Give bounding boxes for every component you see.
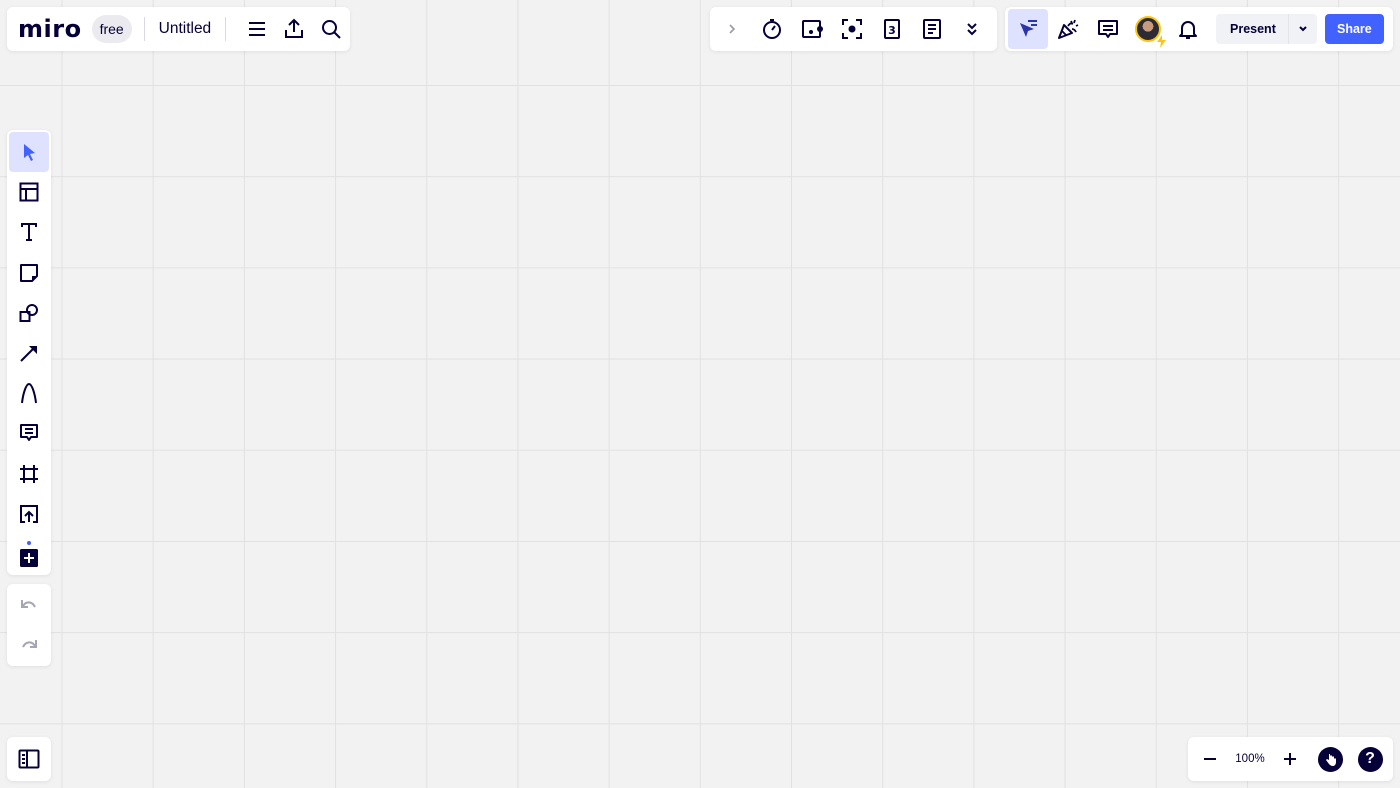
pen-icon: [21, 383, 37, 404]
timer-button[interactable]: [752, 9, 792, 49]
templates-icon: [19, 182, 39, 202]
main-menu-button[interactable]: [238, 9, 275, 49]
miro-logo[interactable]: miro: [18, 17, 82, 41]
reactions-icon: [1058, 19, 1079, 39]
frame-icon: [20, 464, 38, 483]
top-right-toolbar: Present Share: [1005, 7, 1393, 51]
present-options-button[interactable]: [1287, 14, 1317, 44]
history-toolbar: [7, 584, 51, 666]
divider: [225, 17, 227, 41]
tool-shapes[interactable]: [9, 293, 49, 333]
activity-icon: [802, 20, 823, 38]
notes-icon: [923, 19, 941, 39]
activity-button[interactable]: [792, 9, 832, 49]
tool-upload[interactable]: [9, 494, 49, 534]
tool-connection-line[interactable]: [9, 333, 49, 373]
tool-text[interactable]: [9, 212, 49, 252]
comment-icon: [20, 424, 38, 442]
notes-button[interactable]: [912, 9, 952, 49]
frames-panel-button[interactable]: [7, 737, 51, 781]
undo-button[interactable]: [9, 585, 49, 625]
notifications-button[interactable]: [1168, 9, 1208, 49]
follow-cursor-button[interactable]: [1008, 9, 1048, 49]
redo-icon: [22, 640, 37, 648]
hand-tool-button[interactable]: [1310, 739, 1350, 779]
comments-icon: [1098, 20, 1118, 38]
upload-icon: [20, 504, 38, 523]
text-icon: [21, 223, 37, 242]
zoom-level[interactable]: 100%: [1230, 753, 1270, 765]
comments-button[interactable]: [1088, 9, 1128, 49]
search-icon: [322, 20, 342, 39]
voting-icon: 3: [884, 19, 900, 39]
creation-toolbar: [7, 130, 51, 575]
plan-badge[interactable]: free: [91, 15, 132, 43]
search-button[interactable]: [313, 9, 350, 49]
expand-toolbar-button[interactable]: [712, 9, 752, 49]
tool-select[interactable]: [9, 132, 49, 172]
tool-templates[interactable]: [9, 172, 49, 212]
share-button[interactable]: Share: [1324, 14, 1384, 44]
collaboration-toolbar: 3: [710, 7, 997, 51]
svg-text:3: 3: [888, 24, 896, 37]
shapes-icon: [19, 303, 38, 322]
tool-pen[interactable]: [9, 373, 49, 413]
tool-more-apps[interactable]: [9, 534, 49, 574]
board-header: miro free Untitled: [7, 7, 350, 51]
menu-icon: [248, 22, 265, 36]
sidebar-panel-icon: [18, 749, 40, 769]
user-avatar-button[interactable]: [1128, 9, 1168, 49]
notification-dot: [27, 541, 31, 546]
export-button[interactable]: [275, 9, 312, 49]
board-title[interactable]: Untitled: [157, 16, 214, 42]
sticky-note-icon: [20, 263, 38, 282]
present-group: Present: [1216, 14, 1317, 44]
divider: [143, 17, 145, 41]
cursor-icon: [24, 144, 35, 161]
tool-sticky-note[interactable]: [9, 253, 49, 293]
chevron-right-icon: [729, 24, 736, 34]
lightning-icon: [1157, 35, 1166, 48]
hand-icon: [1317, 746, 1343, 772]
export-icon: [285, 18, 304, 38]
help-icon: ?: [1357, 746, 1383, 772]
undo-icon: [21, 600, 36, 608]
focus-button[interactable]: [832, 9, 872, 49]
arrow-icon: [20, 345, 37, 362]
more-tools-button[interactable]: [952, 9, 992, 49]
follow-cursor-icon: [1020, 20, 1037, 37]
present-button[interactable]: Present: [1216, 14, 1288, 44]
zoom-in-button[interactable]: [1270, 739, 1310, 779]
focus-icon: [842, 19, 862, 39]
bell-icon: [1179, 21, 1197, 39]
reactions-button[interactable]: [1048, 9, 1088, 49]
zoom-out-button[interactable]: [1190, 739, 1230, 779]
help-button[interactable]: ?: [1350, 739, 1390, 779]
tool-frame[interactable]: [9, 454, 49, 494]
chevron-down-icon: [1299, 26, 1307, 32]
voting-button[interactable]: 3: [872, 9, 912, 49]
tool-comment[interactable]: [9, 413, 49, 453]
redo-button[interactable]: [9, 625, 49, 665]
minus-icon: [1204, 758, 1216, 760]
plus-icon: [1284, 753, 1296, 765]
timer-icon: [763, 19, 781, 39]
plus-box-icon: [20, 549, 38, 568]
zoom-controls: 100% ?: [1188, 737, 1393, 781]
double-chevron-down-icon: [967, 23, 977, 36]
